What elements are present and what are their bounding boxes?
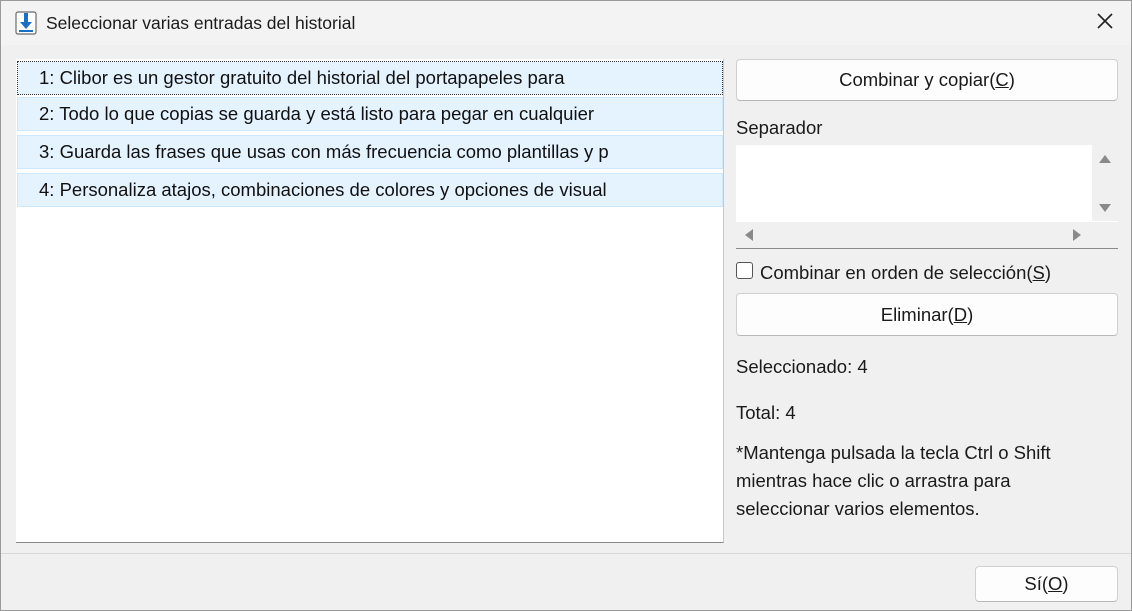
- close-icon: [1096, 12, 1114, 35]
- download-arrow-icon: [15, 11, 37, 35]
- footer-divider: [1, 553, 1131, 554]
- scroll-right-icon[interactable]: [1073, 229, 1081, 241]
- combine-order-label[interactable]: Combinar en orden de selección(S): [760, 262, 1051, 284]
- combine-copy-button[interactable]: Combinar y copiar(C): [736, 59, 1118, 101]
- delete-label-end: ): [967, 303, 974, 325]
- hint-line: mientras hace clic o arrastra para: [736, 470, 1011, 491]
- ok-button[interactable]: Sí(O): [975, 566, 1118, 602]
- hint-line: seleccionar varios elementos.: [736, 498, 980, 519]
- list-item[interactable]: 1: Clibor es un gestor gratuito del hist…: [17, 61, 723, 95]
- combine-order-text: Combinar en orden de selección(: [760, 262, 1033, 283]
- delete-button[interactable]: Eliminar(D): [736, 293, 1118, 336]
- horizontal-scrollbar[interactable]: [736, 222, 1118, 248]
- selection-hint: *Mantenga pulsada la tecla Ctrl o Shift …: [736, 439, 1116, 523]
- window-title: Seleccionar varias entradas del historia…: [46, 13, 356, 33]
- history-list[interactable]: 1: Clibor es un gestor gratuito del hist…: [16, 59, 724, 543]
- delete-shortcut: D: [953, 303, 968, 325]
- combine-copy-label: Combinar y copiar(: [839, 69, 996, 90]
- ok-label-end: ): [1062, 573, 1069, 594]
- hint-line: *Mantenga pulsada la tecla Ctrl o Shift: [736, 442, 1051, 463]
- scroll-left-icon[interactable]: [745, 229, 753, 241]
- delete-label: Eliminar(: [880, 303, 954, 325]
- combine-order-text-end: ): [1044, 262, 1052, 283]
- total-count: Total: 4: [736, 402, 796, 423]
- close-button[interactable]: [1079, 1, 1131, 45]
- list-item[interactable]: 4: Personaliza atajos, combinaciones de …: [17, 173, 723, 207]
- vertical-scrollbar[interactable]: [1092, 145, 1118, 221]
- combine-order-shortcut: S: [1032, 262, 1045, 283]
- selected-count: Seleccionado: 4: [736, 356, 868, 377]
- combine-order-checkbox[interactable]: [736, 262, 753, 279]
- separator-field[interactable]: [736, 145, 1118, 249]
- combine-copy-shortcut: C: [995, 69, 1009, 90]
- scroll-up-icon[interactable]: [1099, 155, 1111, 163]
- scroll-down-icon[interactable]: [1099, 204, 1111, 212]
- title-bar[interactable]: Seleccionar varias entradas del historia…: [1, 1, 1131, 45]
- separator-label: Separador: [736, 117, 823, 138]
- list-item[interactable]: 2: Todo lo que copias se guarda y está l…: [17, 97, 723, 131]
- ok-shortcut: O: [1048, 573, 1063, 594]
- ok-label: Sí(: [1024, 573, 1049, 594]
- combine-copy-label-end: ): [1008, 69, 1015, 90]
- dialog-window: Seleccionar varias entradas del historia…: [0, 0, 1132, 611]
- list-item[interactable]: 3: Guarda las frases que usas con más fr…: [17, 135, 723, 169]
